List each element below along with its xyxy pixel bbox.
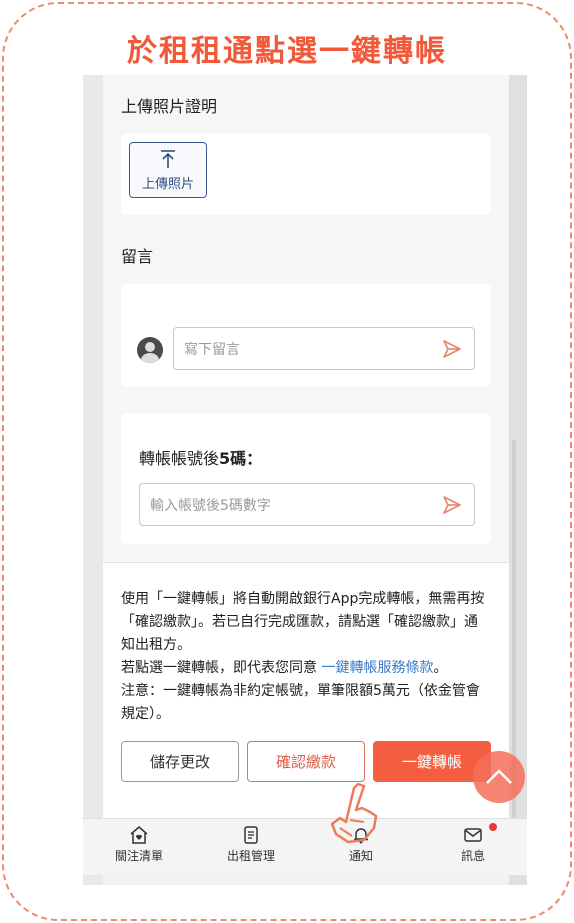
service-terms-link[interactable]: 一鍵轉帳服務條款 <box>321 660 433 676</box>
notice-line-2: 若點選一鍵轉帳，即代表您同意 一鍵轉帳服務條款。 <box>121 657 491 680</box>
banner-title: 於租租通點選一鍵轉帳 <box>127 34 447 69</box>
comment-section-title: 留言 <box>121 247 154 266</box>
tab-watchlist[interactable]: 關注清單 <box>99 825 179 864</box>
transfer-card: 轉帳帳號後5碼： 輸入帳號後5碼數字 <box>121 413 491 544</box>
document-icon <box>244 826 258 844</box>
transfer-account-label: 轉帳帳號後5碼： <box>139 445 262 469</box>
user-avatar <box>137 337 163 363</box>
transfer-label-prefix: 轉帳帳號後 <box>139 449 220 468</box>
notice-line-2-prefix: 若點選一鍵轉帳，即代表您同意 <box>121 660 322 676</box>
upload-photo-label: 上傳照片 <box>141 176 194 192</box>
pointing-hand-icon <box>330 782 378 844</box>
upload-arrow-icon <box>161 149 175 168</box>
scroll-to-top-button[interactable] <box>473 751 525 803</box>
confirm-payment-button[interactable]: 確認繳款 <box>247 741 365 782</box>
notice-line-2-suffix: 。 <box>433 660 448 676</box>
comment-card: 寫下留言 <box>121 284 491 387</box>
upload-section-title: 上傳照片證明 <box>121 97 218 116</box>
one-key-transfer-notice: 使用「一鍵轉帳」將自動開啟銀行App完成轉帳，無需再按「確認繳款」。若已自行完成… <box>121 588 491 726</box>
upload-photo-button[interactable]: 上傳照片 <box>129 142 207 198</box>
notice-line-1: 使用「一鍵轉帳」將自動開啟銀行App完成轉帳，無需再按「確認繳款」。若已自行完成… <box>121 591 485 653</box>
send-icon[interactable] <box>442 495 462 515</box>
tab-messages[interactable]: 訊息 <box>433 823 513 864</box>
home-heart-icon <box>130 826 148 844</box>
notice-line-3: 注意：一鍵轉帳為非約定帳號，單筆限額5萬元（依金管會規定）。 <box>121 683 480 722</box>
save-changes-button[interactable]: 儲存更改 <box>121 741 239 782</box>
comment-input[interactable]: 寫下留言 <box>173 327 475 370</box>
tab-messages-label: 訊息 <box>460 849 485 863</box>
tab-watchlist-label: 關注清單 <box>114 849 163 863</box>
account-tail-placeholder: 輸入帳號後5碼數字 <box>150 497 271 514</box>
payment-action-panel: 使用「一鍵轉帳」將自動開啟銀行App完成轉帳，無需再按「確認繳款」。若已自行完成… <box>103 562 509 820</box>
account-tail-input[interactable]: 輸入帳號後5碼數字 <box>139 483 475 526</box>
tab-rental-management[interactable]: 出租管理 <box>211 825 291 864</box>
chevron-up-icon <box>486 769 512 784</box>
unread-badge <box>489 823 497 831</box>
send-icon[interactable] <box>442 339 462 359</box>
mail-icon <box>464 828 482 842</box>
tab-rental-management-label: 出租管理 <box>226 849 275 863</box>
phone-left-edge <box>83 75 103 885</box>
phone-screen: 上傳照片證明 上傳照片 留言 寫下留言 轉帳帳號後5碼： 輸入帳號後5碼數字 使… <box>83 75 527 885</box>
tab-notifications-label: 通知 <box>348 849 373 863</box>
bottom-tab-bar: 關注清單 出租管理 通知 訊息 <box>83 818 527 875</box>
upload-card: 上傳照片 <box>121 134 491 215</box>
transfer-label-bold: 5碼： <box>219 449 263 468</box>
comment-input-placeholder: 寫下留言 <box>184 341 240 358</box>
